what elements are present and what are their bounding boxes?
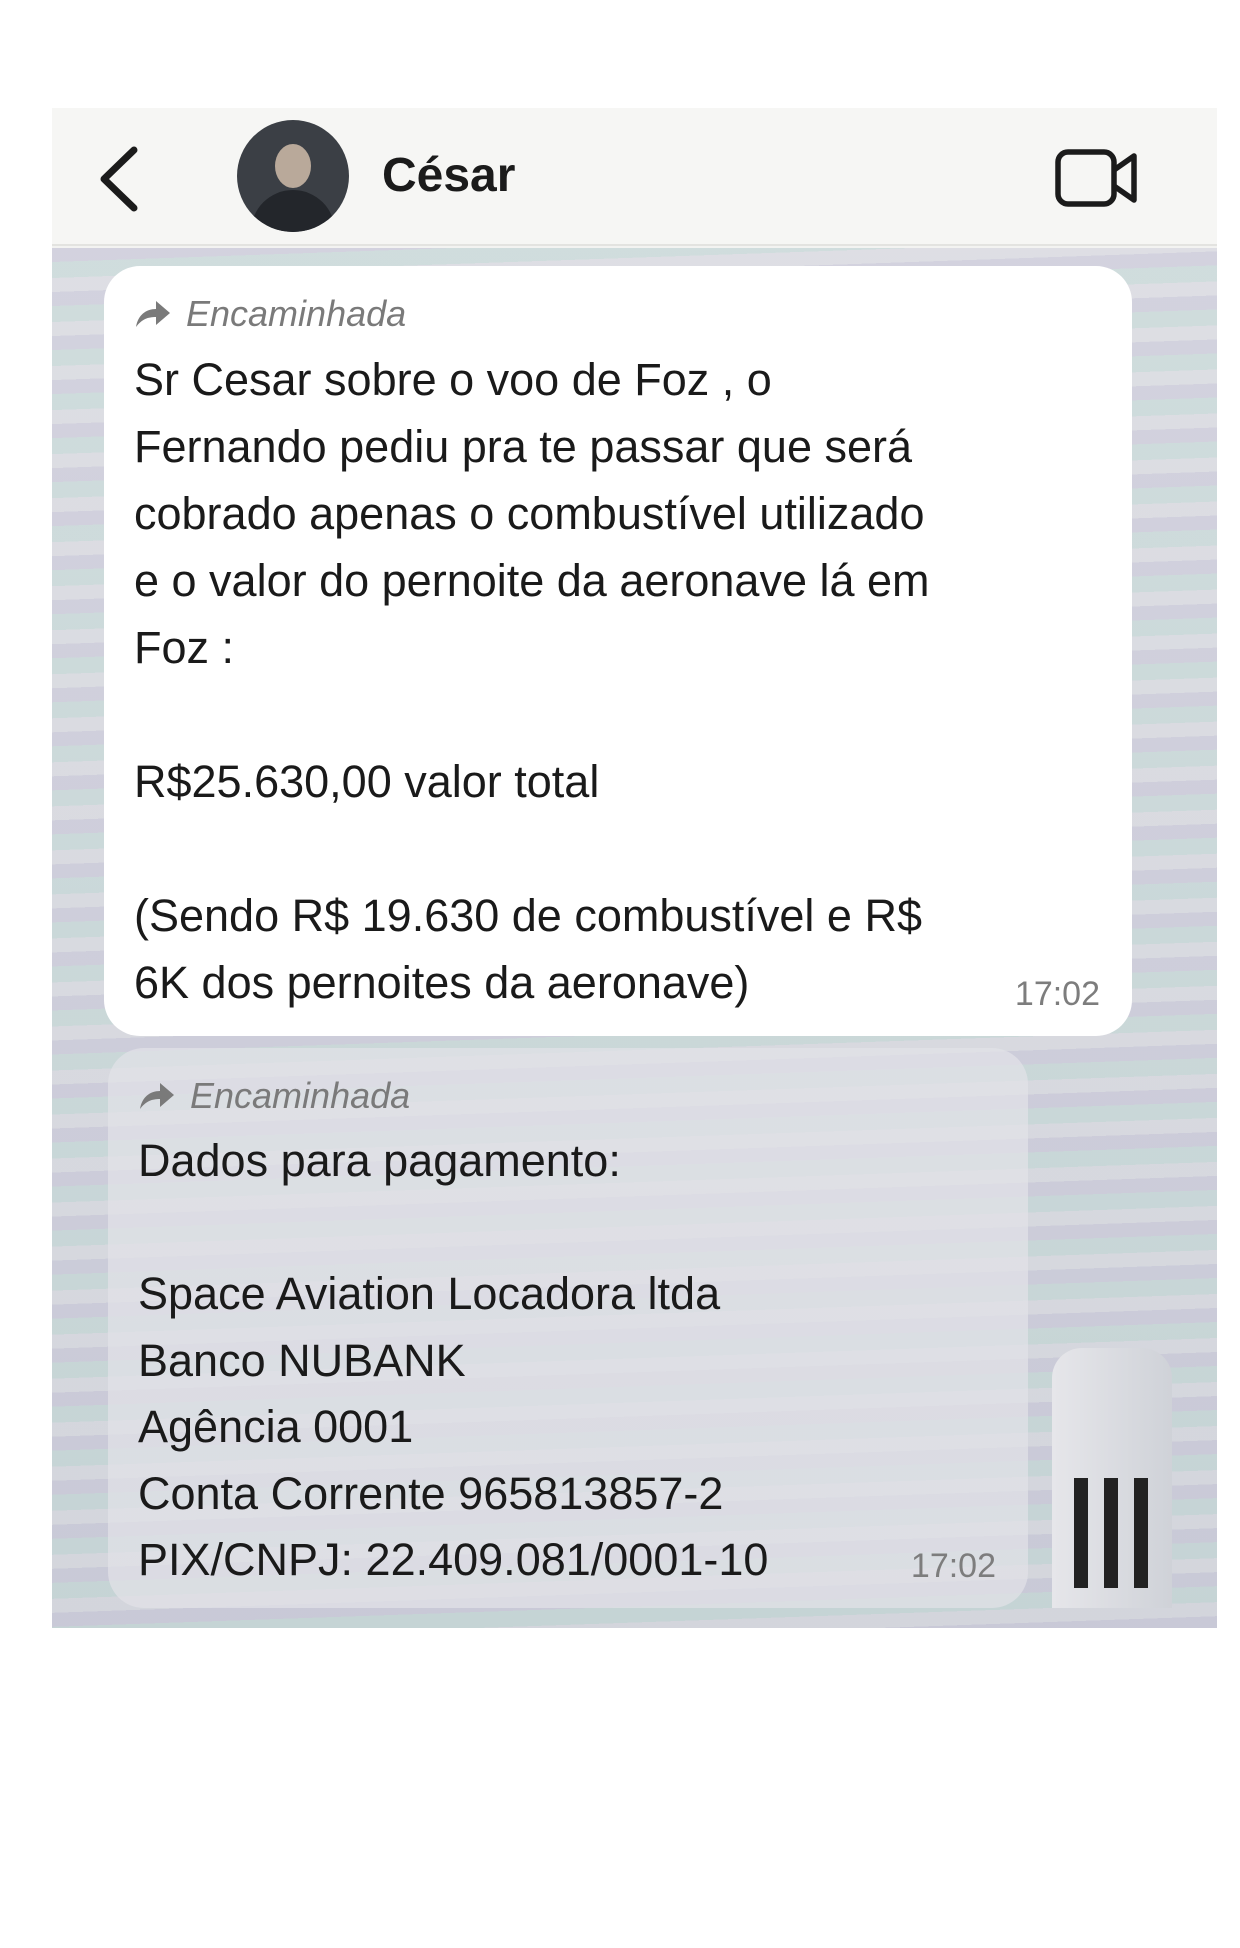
forward-arrow-icon [136,301,170,327]
message-time: 17:02 [910,1547,996,1585]
message-bubble[interactable]: Encaminhada Dados para pagamento: Space … [108,1048,1028,1608]
forwarded-label: Encaminhada [138,1070,1000,1122]
contact-name[interactable]: César [382,148,515,203]
message-text: Dados para pagamento: Space Aviation Loc… [138,1135,769,1585]
message-bubble[interactable]: Encaminhada Sr Cesar sobre o voo de Foz … [104,266,1132,1036]
avatar[interactable] [237,120,349,232]
chat-screen: César Encaminhada Sr Cesar sobre o voo d… [52,108,1217,1628]
message-time: 17:02 [1014,975,1100,1013]
forwarded-text: Encaminhada [190,1075,411,1116]
wallpaper-decoration [1052,1348,1172,1608]
forward-arrow-icon [140,1083,174,1109]
forwarded-text: Encaminhada [186,293,407,334]
forwarded-label: Encaminhada [134,288,1104,340]
chevron-left-icon[interactable] [90,144,150,214]
message-text: Sr Cesar sobre o voo de Foz , o Fernando… [134,354,930,1008]
video-camera-icon[interactable] [1052,138,1142,218]
chat-header: César [52,108,1217,246]
